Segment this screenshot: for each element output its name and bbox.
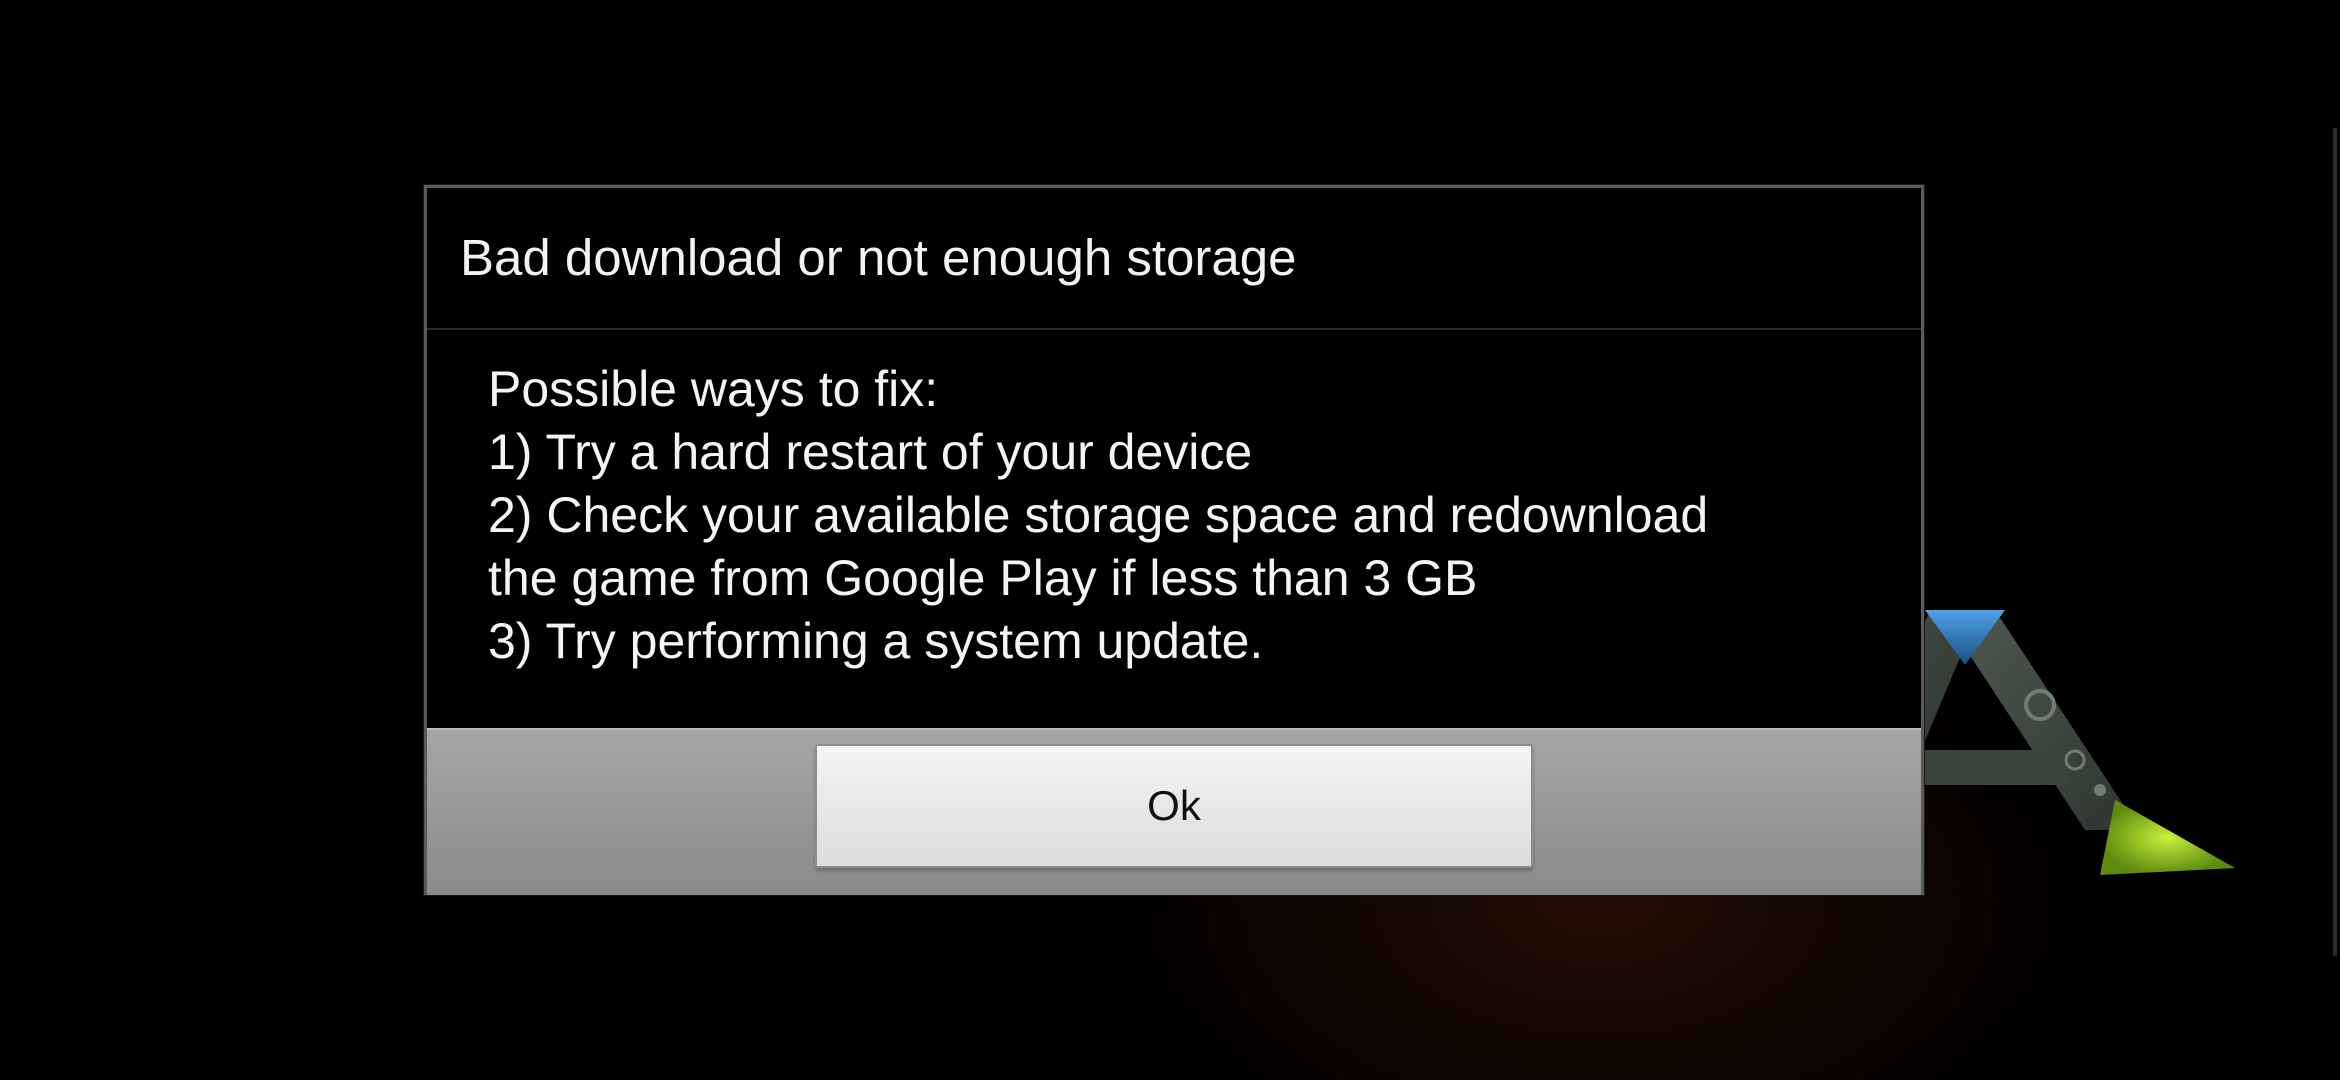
edge-scroll-indicator	[2333, 128, 2337, 956]
ok-button[interactable]: Ok	[815, 744, 1533, 868]
title-divider	[427, 328, 1921, 330]
message-line: 2) Check your available storage space an…	[488, 487, 1709, 543]
dialog-button-bar: Ok	[427, 728, 1921, 895]
message-line: 3) Try performing a system update.	[488, 613, 1264, 669]
dialog-message: Possible ways to fix: 1) Try a hard rest…	[488, 358, 1888, 673]
dialog-title: Bad download or not enough storage	[460, 229, 1297, 286]
message-line: 1) Try a hard restart of your device	[488, 424, 1253, 480]
message-line: the game from Google Play if less than 3…	[488, 550, 1478, 606]
error-dialog: Bad download or not enough storage Possi…	[424, 185, 1924, 895]
game-screen: Bad download or not enough storage Possi…	[0, 0, 2340, 1080]
message-line: Possible ways to fix:	[488, 361, 939, 417]
